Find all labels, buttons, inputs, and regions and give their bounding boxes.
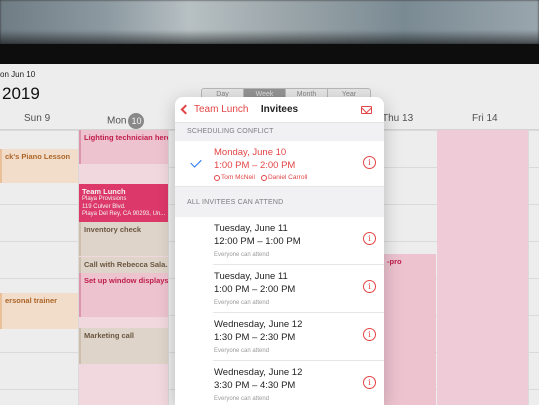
conflict-time: 1:00 PM – 2:00 PM [214,160,296,171]
slot-note: Everyone can attend [214,396,270,402]
slot-note: Everyone can attend [214,300,270,306]
time-slot-row[interactable]: Wednesday, June 12 1:30 PM – 2:30 PM Eve… [213,313,384,361]
slot-day: Wednesday, June 12 [214,367,303,378]
slot-time: 1:00 PM – 2:00 PM [214,284,296,295]
popover-title: Invitees [260,104,299,115]
slot-day: Tuesday, June 11 [214,271,288,282]
info-icon[interactable]: i [363,328,376,341]
conflict-section-header: SCHEDULING CONFLICT [175,123,384,141]
blurred-background [0,0,539,44]
conflict-day: Monday, June 10 [214,147,287,158]
slot-time: 3:30 PM – 4:30 PM [214,380,296,391]
info-icon[interactable]: i [363,280,376,293]
slot-day: Wednesday, June 12 [214,319,303,330]
calendar-screen: on Jun 10 2019 Day Week Month Year Sun 9… [0,64,539,405]
conflict-slot-row[interactable]: Monday, June 10 1:00 PM – 2:00 PM Tom Mc… [175,141,384,187]
info-icon[interactable]: i [363,232,376,245]
slot-day: Tuesday, June 11 [214,223,288,234]
section-gap [175,187,384,199]
device-bezel [0,44,539,64]
invitees-popover: Team Lunch Invitees SCHEDULING CONFLICT … [175,97,384,405]
slot-note: Everyone can attend [214,252,270,258]
mail-icon[interactable] [361,106,372,114]
time-slot-row[interactable]: Tuesday, June 11 1:00 PM – 2:00 PM Every… [213,265,384,313]
info-icon[interactable]: i [363,376,376,389]
person-icon [260,174,267,181]
popover-header: Team Lunch Invitees [175,97,384,123]
person-icon [214,174,220,181]
slot-note: Everyone can attend [214,348,270,354]
time-slot-row[interactable]: Wednesday, June 12 3:30 PM – 4:30 PM Eve… [213,361,384,405]
slot-time: 12:00 PM – 1:00 PM [214,236,301,247]
conflict-person: Daniel Carroll [260,174,308,181]
info-icon[interactable]: i [363,156,376,169]
time-slot-row[interactable]: Tuesday, June 11 12:00 PM – 1:00 PM Ever… [213,217,384,265]
all-attend-section-header: ALL INVITEES CAN ATTEND [175,199,384,217]
conflict-people: Tom McNeil Daniel Carroll [214,174,307,181]
conflict-person: Tom McNeil [214,174,255,181]
slot-time: 1:30 PM – 2:30 PM [214,332,296,343]
checkmark-icon [190,156,202,168]
conflict-person-name: Daniel Carroll [267,174,308,181]
conflict-person-name: Tom McNeil [221,174,255,181]
